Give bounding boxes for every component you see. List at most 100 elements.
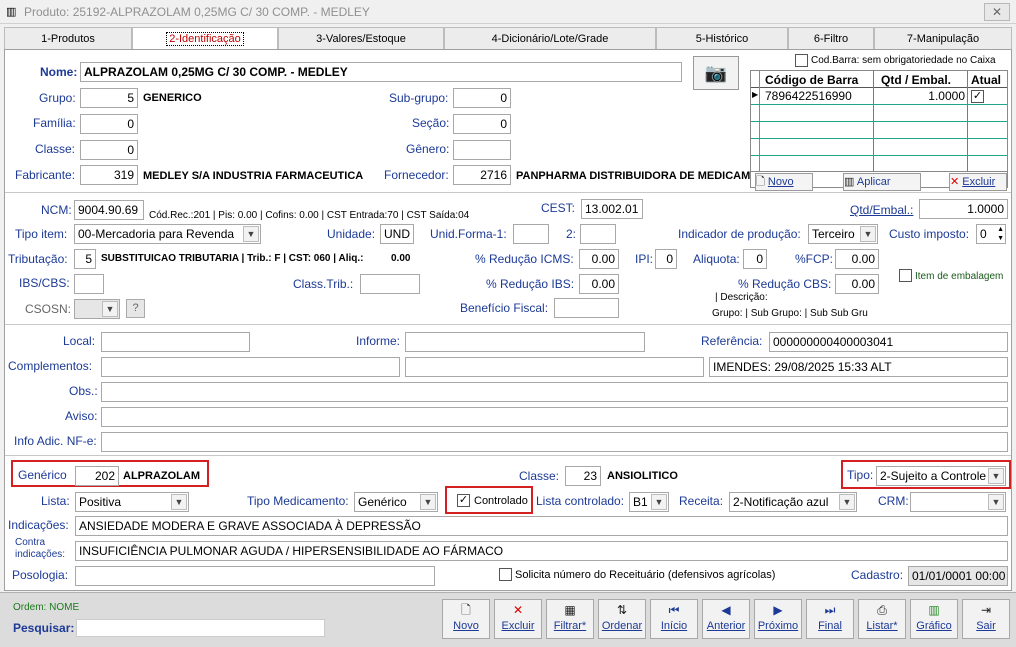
cadastro-label: Cadastro:: [851, 568, 904, 582]
first-icon: ⏮: [668, 603, 680, 617]
obs-field[interactable]: [101, 382, 1008, 402]
unidade-field[interactable]: UND: [380, 224, 414, 244]
red-icms-label: % Redução ICMS:: [475, 252, 574, 266]
aliq-field[interactable]: 0: [743, 249, 767, 269]
generico-field[interactable]: 202: [75, 466, 119, 486]
familia-field[interactable]: 0: [80, 114, 138, 134]
tab-identificacao[interactable]: 2-Identificação: [132, 27, 278, 50]
grafico-button[interactable]: ▥ Gráfico: [910, 599, 958, 639]
unidade-label: Unidade:: [327, 227, 376, 241]
tab-manipulacao[interactable]: 7-Manipulação: [874, 27, 1012, 49]
tab-produtos[interactable]: 1-Produtos: [4, 27, 132, 49]
solicita-checkbox[interactable]: [499, 568, 512, 581]
ind-prod-label: Indicador de produção:: [678, 227, 801, 241]
unid2-field[interactable]: [580, 224, 616, 244]
listar-button[interactable]: ⎙ Listar*: [858, 599, 906, 639]
red-ibs-field[interactable]: 0.00: [579, 274, 619, 294]
crm-select[interactable]: ▼: [910, 492, 1006, 512]
qtd-embal-field[interactable]: 1.0000: [919, 199, 1008, 219]
class-trib-field[interactable]: [360, 274, 420, 294]
inicio-button[interactable]: ⏮ Início: [650, 599, 698, 639]
close-button[interactable]: ✕: [984, 3, 1010, 21]
grid-row-atual-checkbox[interactable]: ✓: [971, 90, 984, 103]
cod-barra-checkbox[interactable]: [795, 54, 808, 67]
controlado-checkbox[interactable]: ✓: [457, 494, 470, 507]
informe-field[interactable]: [405, 332, 645, 352]
new-document-icon: 🗋: [461, 603, 471, 617]
grupo-field[interactable]: 5: [80, 88, 138, 108]
aviso-field[interactable]: [101, 407, 1008, 427]
grid-row-codigo[interactable]: 7896422516990: [765, 89, 852, 103]
beneficio-label: Benefício Fiscal:: [460, 301, 549, 315]
complemento-1-field[interactable]: [101, 357, 400, 377]
lista-ctrl-select[interactable]: B1 ▼: [629, 492, 669, 512]
barcode-excluir-button[interactable]: ✕ Excluir: [949, 173, 1007, 191]
fornecedor-field[interactable]: 2716: [453, 165, 511, 185]
red-ibs-label: % Redução IBS:: [486, 277, 575, 291]
fabricante-field[interactable]: 319: [80, 165, 138, 185]
tipo-label: Tipo:: [847, 468, 874, 482]
med-classe-label: Classe:: [519, 469, 560, 483]
ibs-field[interactable]: [74, 274, 104, 294]
subgrupo-field[interactable]: 0: [453, 88, 511, 108]
ind-prod-select[interactable]: Terceiro ▼: [808, 224, 878, 244]
red-icms-field[interactable]: 0.00: [579, 249, 619, 269]
lista-label: Lista:: [41, 494, 70, 508]
med-classe-field[interactable]: 23: [565, 466, 601, 486]
pesquisar-label: Pesquisar:: [13, 621, 75, 635]
beneficio-field[interactable]: [554, 298, 619, 318]
contra-field[interactable]: INSUFICIÊNCIA PULMONAR AGUDA / HIPERSENS…: [75, 541, 1008, 561]
ncm-field[interactable]: 9004.90.69: [74, 200, 144, 220]
pesquisar-input[interactable]: [76, 619, 325, 637]
final-button[interactable]: ⏭ Final: [806, 599, 854, 639]
complemento-3-field[interactable]: IMENDES: 29/08/2025 15:33 ALT: [709, 357, 1008, 377]
ordem-label: Ordem: NOME: [13, 602, 80, 613]
barcode-icon: ▥: [6, 5, 17, 18]
barcode-novo-button[interactable]: 🗋 Novo: [755, 173, 813, 191]
sair-button[interactable]: ⇥ Sair: [962, 599, 1010, 639]
anterior-button[interactable]: ◀ Anterior: [702, 599, 750, 639]
excluir-button[interactable]: ✕ Excluir: [494, 599, 542, 639]
obs-label: Obs.:: [69, 384, 98, 398]
item-emb-checkbox[interactable]: [899, 269, 912, 282]
fcp-field[interactable]: 0.00: [835, 249, 879, 269]
posologia-field[interactable]: [75, 566, 435, 586]
proximo-button[interactable]: ▶ Próximo: [754, 599, 802, 639]
barcode-aplicar-button[interactable]: ▥ Aplicar: [843, 173, 921, 191]
generico-label: Genérico: [18, 468, 67, 482]
ordenar-button[interactable]: ⇅ Ordenar: [598, 599, 646, 639]
unid-forma-field[interactable]: [513, 224, 549, 244]
ipi-field[interactable]: 0: [655, 249, 677, 269]
trib-field[interactable]: 5: [74, 249, 96, 269]
csosn-help-button[interactable]: ?: [126, 299, 145, 318]
genero-field[interactable]: [453, 140, 511, 160]
grid-row-qtd[interactable]: 1.0000: [909, 89, 965, 103]
classe-field[interactable]: 0: [80, 140, 138, 160]
tab-filtro[interactable]: 6-Filtro: [788, 27, 874, 49]
filtrar-button[interactable]: ▦ Filtrar*: [546, 599, 594, 639]
referencia-field[interactable]: 000000000400003041: [769, 332, 1008, 352]
indicacoes-field[interactable]: ANSIEDADE MODERA E GRAVE ASSOCIADA À DEP…: [75, 516, 1008, 536]
camera-icon[interactable]: 📷: [693, 56, 739, 90]
tipo-med-select[interactable]: Genérico ▼: [354, 492, 438, 512]
receita-select[interactable]: 2-Notificação azul ▼: [729, 492, 857, 512]
tab-dicionario[interactable]: 4-Dicionário/Lote/Grade: [444, 27, 656, 49]
local-field[interactable]: [101, 332, 250, 352]
tab-valores-estoque[interactable]: 3-Valores/Estoque: [278, 27, 444, 49]
tipo-select[interactable]: 2-Sujeito a Controle ▼: [876, 466, 1006, 486]
tab-historico[interactable]: 5-Histórico: [656, 27, 788, 49]
red-cbs-field[interactable]: 0.00: [835, 274, 879, 294]
nome-field[interactable]: ALPRAZOLAM 0,25MG C/ 30 COMP. - MEDLEY: [80, 62, 682, 82]
lista-select[interactable]: Positiva ▼: [75, 492, 189, 512]
csosn-select[interactable]: ▼: [74, 299, 120, 319]
complemento-2-field[interactable]: [405, 357, 704, 377]
secao-field[interactable]: 0: [453, 114, 511, 134]
info-adic-field[interactable]: [101, 432, 1008, 452]
cest-field[interactable]: 13.002.01: [581, 199, 643, 219]
printer-icon: ⎙: [877, 603, 887, 617]
custo-stepper[interactable]: 0 ▲ ▼: [976, 224, 1006, 244]
novo-button[interactable]: 🗋 Novo: [442, 599, 490, 639]
tab-bar: 1-Produtos 2-Identificação 3-Valores/Est…: [4, 27, 1012, 50]
row-pointer-icon: ▶: [752, 90, 759, 99]
tipo-item-select[interactable]: 00-Mercadoria para Revenda ▼: [74, 224, 261, 244]
